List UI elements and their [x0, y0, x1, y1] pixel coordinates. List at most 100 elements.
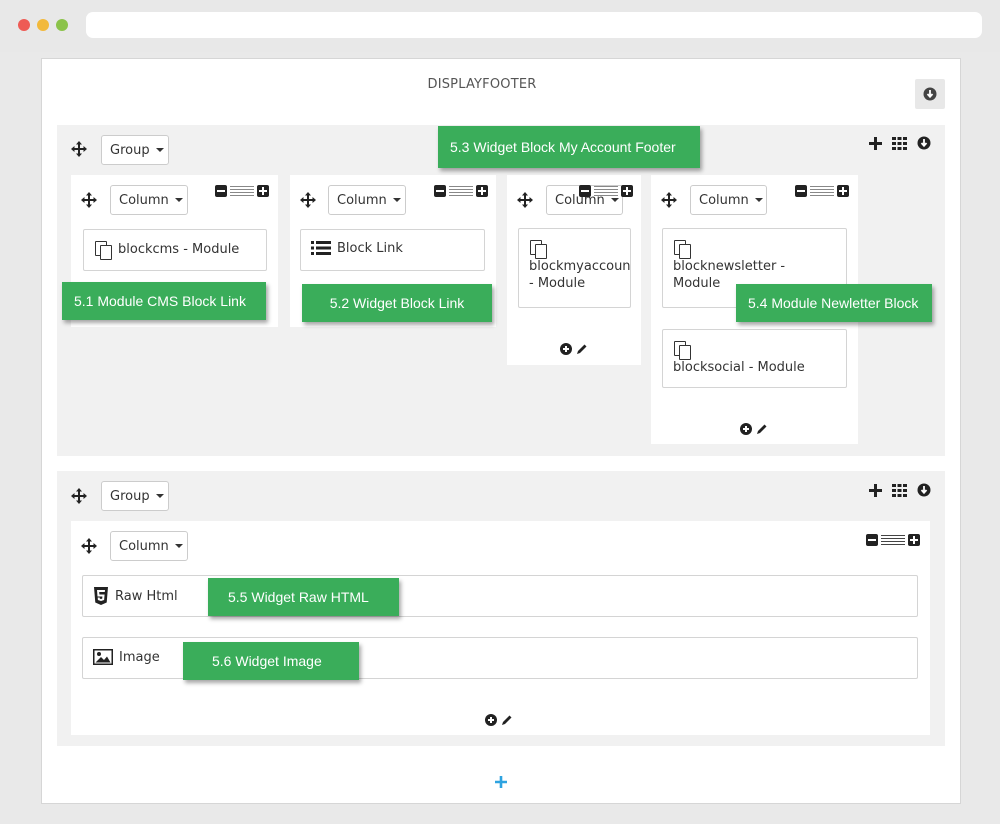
- minus-square-icon[interactable]: [866, 534, 878, 546]
- group-2: Group Column Raw Html Image: [57, 471, 945, 746]
- pencil-icon[interactable]: [501, 714, 513, 726]
- add-module-icon[interactable]: [560, 343, 572, 355]
- move-column-icon[interactable]: [81, 192, 97, 208]
- column-dropdown-label: Column: [699, 192, 749, 208]
- list-icon: [311, 241, 331, 255]
- caret-down-icon: [174, 198, 183, 202]
- module-item[interactable]: blocksocial - Module: [662, 329, 847, 388]
- callout-5-3: 5.3 Widget Block My Account Footer: [438, 126, 700, 168]
- pencil-icon[interactable]: [576, 343, 588, 355]
- module-label: Image: [119, 649, 160, 665]
- add-group-icon[interactable]: [494, 775, 508, 789]
- minus-square-icon[interactable]: [434, 185, 446, 197]
- column-dropdown[interactable]: Column: [690, 185, 767, 215]
- column-footer-tools: [485, 714, 513, 726]
- column-toolbar: [795, 185, 849, 197]
- add-icon[interactable]: [869, 483, 882, 497]
- minimize-window-button[interactable]: [37, 19, 49, 31]
- column-toolbar: [215, 185, 269, 197]
- move-column-icon[interactable]: [661, 192, 677, 208]
- column-dropdown-label: Column: [119, 192, 169, 208]
- column-toolbar: [434, 185, 488, 197]
- column-width-icon[interactable]: [881, 535, 905, 545]
- pencil-icon[interactable]: [756, 423, 768, 435]
- column-dropdown[interactable]: Column: [110, 185, 188, 215]
- module-label: blocknewsletter -: [673, 259, 786, 274]
- callout-5-6: 5.6 Widget Image: [183, 642, 359, 680]
- hook-title: DISPLAYFOOTER: [427, 77, 537, 92]
- copy-icon: [673, 239, 691, 259]
- module-label: blockmyaccountfooter: [529, 259, 631, 274]
- column-width-icon[interactable]: [449, 186, 473, 196]
- add-module-icon[interactable]: [485, 714, 497, 726]
- maximize-window-button[interactable]: [56, 19, 68, 31]
- module-item[interactable]: blockmyaccountfooter - Module: [518, 228, 631, 308]
- copy-icon: [529, 239, 547, 259]
- caret-down-icon: [392, 198, 401, 202]
- caret-down-icon: [155, 148, 164, 152]
- plus-square-icon[interactable]: [621, 185, 633, 197]
- grid-icon[interactable]: [892, 483, 907, 497]
- group-dropdown[interactable]: Group: [101, 135, 169, 165]
- minus-square-icon[interactable]: [215, 185, 227, 197]
- add-module-icon[interactable]: [740, 423, 752, 435]
- copy-icon: [673, 340, 691, 360]
- plus-square-icon[interactable]: [837, 185, 849, 197]
- column-toolbar: [866, 534, 920, 546]
- move-column-icon[interactable]: [300, 192, 316, 208]
- move-column-icon[interactable]: [517, 192, 533, 208]
- column-wide: Column Raw Html Image: [71, 521, 930, 735]
- module-sublabel: - Module: [529, 276, 586, 291]
- column-3: Column blockmyaccountfooter - Module: [507, 175, 641, 365]
- hook-collapse-button[interactable]: [915, 79, 945, 109]
- arrow-down-circle-icon: [923, 87, 937, 101]
- page-viewport: DISPLAYFOOTER Group Column blockcms - Mo…: [0, 52, 1000, 824]
- caret-down-icon: [610, 198, 619, 202]
- grid-icon[interactable]: [892, 136, 907, 150]
- column-dropdown[interactable]: Column: [328, 185, 406, 215]
- module-item[interactable]: Block Link: [300, 229, 485, 271]
- move-group-icon[interactable]: [71, 488, 87, 504]
- copy-icon: [94, 240, 112, 260]
- plus-square-icon[interactable]: [908, 534, 920, 546]
- module-item[interactable]: blockcms - Module: [83, 229, 267, 271]
- minus-square-icon[interactable]: [579, 185, 591, 197]
- module-label: blockcms - Module: [118, 241, 240, 257]
- callout-5-2: 5.2 Widget Block Link: [302, 284, 492, 322]
- arrow-down-circle-icon[interactable]: [917, 483, 931, 497]
- caret-down-icon: [754, 198, 763, 202]
- column-footer-tools: [560, 343, 588, 355]
- column-width-icon[interactable]: [230, 186, 254, 196]
- group-toolbar: [869, 136, 931, 150]
- column-toolbar: [579, 185, 633, 197]
- group-dropdown-label: Group: [110, 142, 150, 158]
- column-width-icon[interactable]: [810, 186, 834, 196]
- module-label: Raw Html: [115, 588, 178, 604]
- plus-square-icon[interactable]: [257, 185, 269, 197]
- arrow-down-circle-icon[interactable]: [917, 136, 931, 150]
- hook-panel: DISPLAYFOOTER Group Column blockcms - Mo…: [41, 58, 961, 804]
- column-width-icon[interactable]: [594, 186, 618, 196]
- address-bar[interactable]: [86, 12, 982, 38]
- group-toolbar: [869, 483, 931, 497]
- column-dropdown[interactable]: Column: [110, 531, 188, 561]
- move-column-icon[interactable]: [81, 538, 97, 554]
- browser-chrome: [0, 0, 1000, 52]
- add-icon[interactable]: [869, 136, 882, 150]
- column-dropdown-label: Column: [119, 538, 169, 554]
- move-group-icon[interactable]: [71, 141, 87, 157]
- close-window-button[interactable]: [18, 19, 30, 31]
- caret-down-icon: [174, 544, 183, 548]
- plus-square-icon[interactable]: [476, 185, 488, 197]
- callout-5-5: 5.5 Widget Raw HTML: [208, 578, 399, 616]
- column-dropdown-label: Column: [337, 192, 387, 208]
- caret-down-icon: [155, 494, 164, 498]
- callout-5-1: 5.1 Module CMS Block Link: [62, 282, 266, 320]
- column-footer-tools: [740, 423, 768, 435]
- callout-5-4: 5.4 Module Newletter Block: [736, 284, 932, 322]
- module-label: blocksocial - Module: [673, 360, 805, 375]
- minus-square-icon[interactable]: [795, 185, 807, 197]
- group-dropdown[interactable]: Group: [101, 481, 169, 511]
- group-dropdown-label: Group: [110, 488, 150, 504]
- html5-icon: [94, 587, 108, 605]
